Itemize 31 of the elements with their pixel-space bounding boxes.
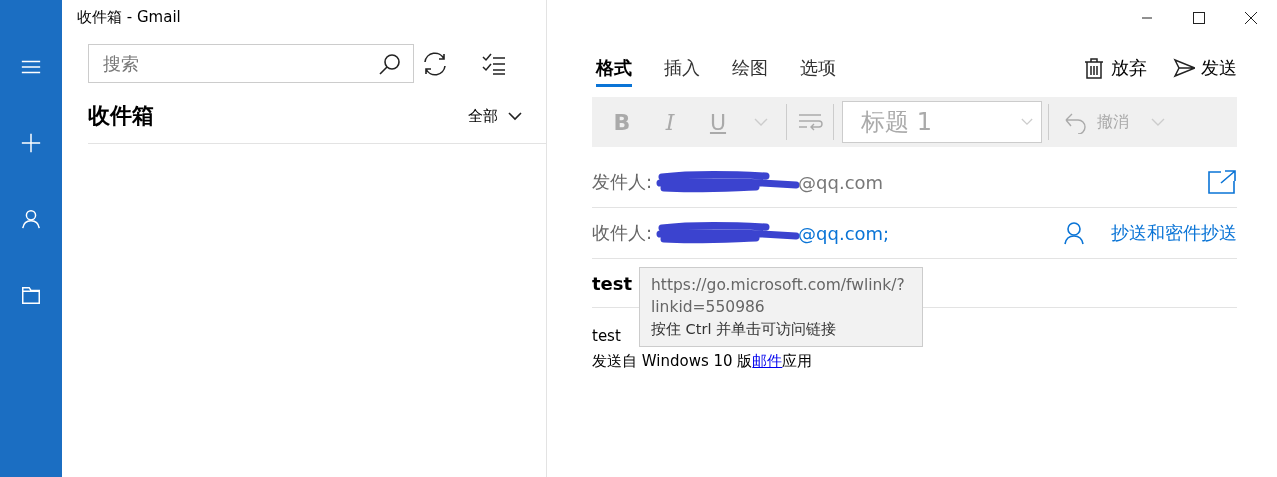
close-icon[interactable] — [1245, 12, 1257, 24]
ribbon-tab[interactable]: 绘图 — [732, 49, 768, 87]
search-field[interactable]: 搜索 — [88, 44, 414, 83]
body-text: test — [592, 326, 621, 347]
search-icon — [378, 51, 402, 76]
selection-mode-button[interactable] — [482, 52, 506, 75]
signature-text: 发送自 Windows 10 版邮件应用 — [592, 351, 814, 372]
tooltip-hint: 按住 Ctrl 并单击可访问链接 — [651, 320, 838, 339]
cc-bcc-link[interactable]: 抄送和密件抄送 — [1111, 221, 1237, 245]
sender-address: @qq.com — [798, 171, 884, 193]
send-button[interactable]: 发送 — [1173, 56, 1237, 80]
mail-link[interactable]: 邮件 — [752, 352, 783, 370]
chevron-icon — [1021, 118, 1033, 126]
tooltip-url: https://go.microsoft.com/fwlink/?linkid=550986 — [651, 275, 906, 318]
chevron-icon — [508, 111, 522, 121]
filter-dropdown[interactable]: 全部 — [468, 106, 522, 126]
send-icon — [1173, 57, 1195, 79]
field-label: 收件人: — [592, 221, 653, 245]
trash-icon — [1083, 57, 1105, 79]
ribbon-tab[interactable]: 格式 — [596, 49, 632, 87]
person-icon[interactable] — [1063, 221, 1085, 245]
ribbon-tab[interactable]: 选项 — [800, 49, 836, 87]
window-title: 收件箱 - Gmail — [76, 7, 182, 28]
discard-button[interactable]: 放弃 — [1083, 56, 1147, 80]
sync-button[interactable] — [422, 50, 448, 77]
maximize-icon[interactable] — [1193, 12, 1205, 24]
popout-button[interactable] — [1207, 169, 1237, 195]
recipient-address[interactable]: @qq.com; — [798, 222, 890, 244]
ribbon-tab[interactable]: 插入 — [664, 49, 700, 87]
field-label: 发件人: — [592, 170, 653, 194]
folder-title: 收件箱 — [88, 102, 155, 130]
